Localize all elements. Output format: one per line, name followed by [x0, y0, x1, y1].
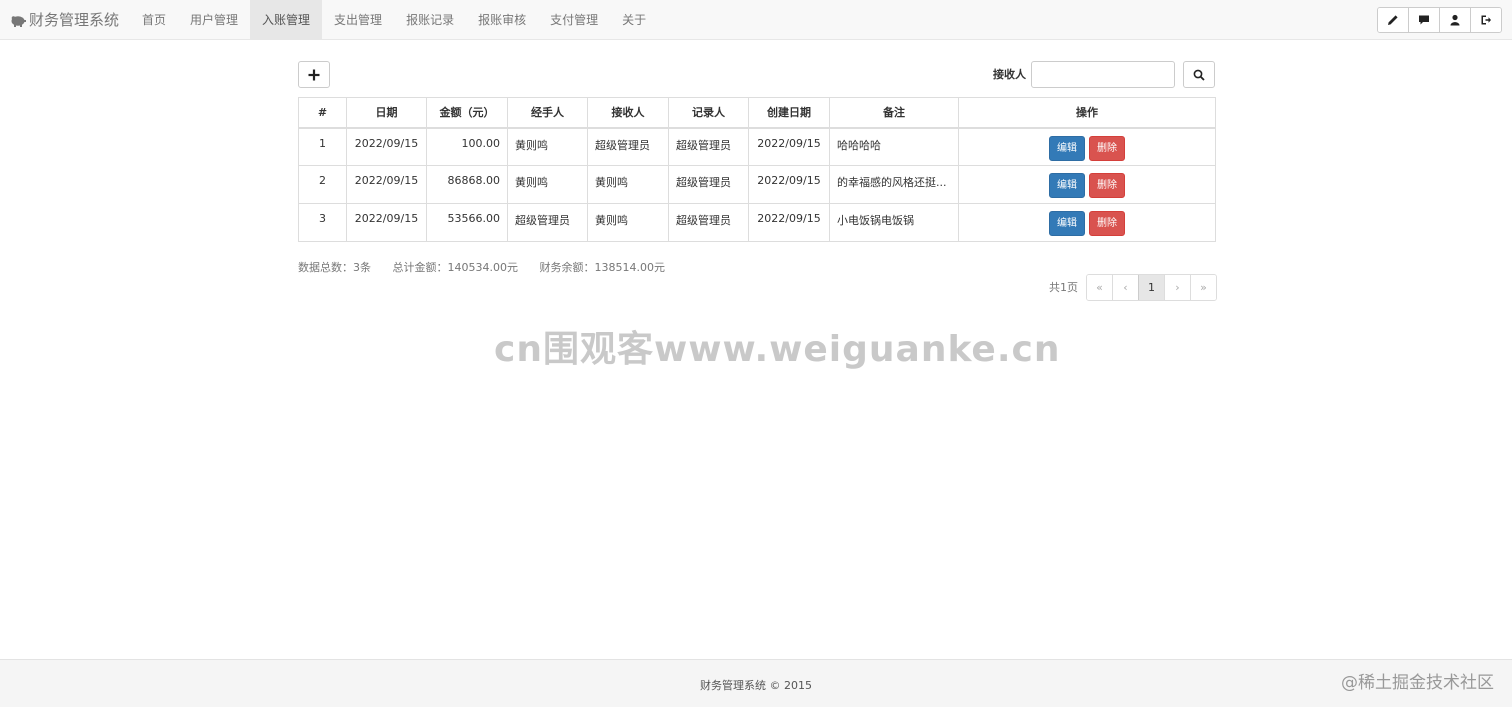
cell-amount: 53566.00 [426, 203, 508, 242]
prev-page-button[interactable]: ‹ [1112, 275, 1138, 300]
column-header: 接收人 [587, 97, 669, 129]
column-header: # [298, 97, 347, 129]
table-row: 3 2022/09/15 53566.00 超级管理员 黄则鸣 超级管理员 2022/09/… [298, 203, 1216, 242]
logout-icon [1481, 15, 1491, 25]
cell-recorder: 超级管理员 [668, 203, 749, 242]
comment-icon [1419, 15, 1429, 25]
balance: 财务余额：138514.00元 [539, 261, 666, 274]
cell-created: 2022/09/15 [748, 203, 830, 242]
cell-recorder: 超级管理员 [668, 165, 749, 204]
edit-button[interactable]: 编辑 [1049, 173, 1085, 198]
first-page-button[interactable]: « [1087, 275, 1112, 300]
cell-amount: 86868.00 [426, 165, 508, 204]
cell-note: 哈哈哈哈 [829, 127, 959, 166]
nav-item-6[interactable]: 支付管理 [538, 0, 610, 40]
user-button[interactable] [1439, 8, 1470, 32]
cell-actions: 编辑 删除 [958, 203, 1216, 242]
column-header: 记录人 [668, 97, 749, 129]
cell-amount: 100.00 [426, 127, 508, 166]
total-amount: 总计金额：140534.00元 [392, 261, 519, 274]
cell-handler: 黄则鸣 [507, 127, 588, 166]
cell-receiver: 黄则鸣 [587, 165, 669, 204]
cell-note: 的幸福感的风格还挺... [829, 165, 959, 204]
column-header: 操作 [958, 97, 1216, 129]
table-row: 1 2022/09/15 100.00 黄则鸣 超级管理员 超级管理员 2022/09/15… [298, 127, 1216, 166]
cell-num: 1 [298, 127, 347, 166]
cell-date: 2022/09/15 [346, 127, 427, 166]
pagination: « ‹ 1 › » [1086, 274, 1217, 301]
nav-item-4[interactable]: 报账记录 [394, 0, 466, 40]
search-button[interactable] [1183, 61, 1215, 88]
table-header-row: # 日期 金额（元） 经手人 接收人 记录人 创建日期 备注 操作 [298, 97, 1216, 129]
cell-created: 2022/09/15 [748, 127, 830, 166]
brand-title: 财务管理系统 [29, 11, 120, 29]
pencil-icon [1388, 15, 1398, 25]
cell-handler: 超级管理员 [507, 203, 588, 242]
add-record-button[interactable] [298, 61, 330, 88]
column-header: 日期 [346, 97, 427, 129]
edit-profile-button[interactable] [1378, 8, 1408, 32]
table-row: 2 2022/09/15 86868.00 黄则鸣 黄则鸣 超级管理员 2022/09/15… [298, 165, 1216, 204]
income-table: # 日期 金额（元） 经手人 接收人 记录人 创建日期 备注 操作 1 2022/09/15 100… [298, 97, 1216, 242]
edit-button[interactable]: 编辑 [1049, 211, 1085, 236]
delete-button[interactable]: 删除 [1089, 173, 1125, 198]
nav-item-5[interactable]: 报账审核 [466, 0, 538, 40]
cell-date: 2022/09/15 [346, 165, 427, 204]
summary-bar: 数据总数：3条 总计金额：140534.00元 财务余额：138514.00元 [298, 259, 683, 275]
search-icon [1193, 69, 1205, 81]
nav-item-3[interactable]: 支出管理 [322, 0, 394, 40]
watermark: cn围观客www.weiguanke.cn [494, 329, 1061, 370]
messages-button[interactable] [1408, 8, 1439, 32]
footer-copyright: 财务管理系统 © 2015 [700, 679, 812, 692]
cell-num: 2 [298, 165, 347, 204]
nav-item-7[interactable]: 关于 [610, 0, 658, 40]
cell-note: 小电饭锅电饭锅 [829, 203, 959, 242]
footer-watermark: @稀土掘金技术社区 [1341, 673, 1494, 693]
edit-button[interactable]: 编辑 [1049, 135, 1085, 161]
cell-actions: 编辑 删除 [958, 165, 1216, 204]
total-count: 数据总数：3条 [298, 261, 371, 274]
last-page-button[interactable]: » [1190, 275, 1216, 300]
cell-recorder: 超级管理员 [668, 127, 749, 166]
piggy-bank-icon [11, 16, 26, 27]
nav-item-0[interactable]: 首页 [130, 0, 178, 40]
cell-receiver: 超级管理员 [587, 127, 669, 166]
plus-icon [308, 69, 320, 80]
cell-num: 3 [298, 203, 347, 242]
cell-handler: 黄则鸣 [507, 165, 588, 204]
receiver-search-input[interactable] [1031, 61, 1175, 88]
main-nav: 首页 用户管理 入账管理 支出管理 报账记录 报账审核 支付管理 关于 [130, 0, 658, 40]
cell-created: 2022/09/15 [748, 165, 830, 204]
column-header: 金额（元） [426, 97, 508, 129]
cell-receiver: 黄则鸣 [587, 203, 669, 242]
cell-date: 2022/09/15 [346, 203, 427, 242]
next-page-button[interactable]: › [1164, 275, 1190, 300]
column-header: 备注 [829, 97, 959, 129]
receiver-search-label: 接收人 [993, 68, 1026, 81]
column-header: 经手人 [507, 97, 588, 129]
delete-button[interactable]: 删除 [1089, 211, 1125, 236]
delete-button[interactable]: 删除 [1089, 135, 1125, 161]
table-body: 1 2022/09/15 100.00 黄则鸣 超级管理员 超级管理员 2022/09/15… [298, 127, 1216, 242]
cell-actions: 编辑 删除 [958, 127, 1216, 166]
nav-actions [1377, 7, 1502, 33]
brand[interactable]: 财务管理系统 [10, 0, 119, 40]
nav-item-2[interactable]: 入账管理 [250, 0, 323, 40]
footer: 财务管理系统 © 2015 @稀土掘金技术社区 [0, 659, 1512, 707]
current-page[interactable]: 1 [1138, 275, 1164, 300]
nav-item-1[interactable]: 用户管理 [178, 0, 250, 40]
logout-button[interactable] [1470, 8, 1501, 32]
column-header: 创建日期 [748, 97, 830, 129]
top-navbar: 财务管理系统 首页 用户管理 入账管理 支出管理 报账记录 报账审核 支付管理 关于 [0, 0, 1512, 40]
user-icon [1450, 14, 1460, 26]
page-count: 共1页 [1049, 281, 1078, 294]
